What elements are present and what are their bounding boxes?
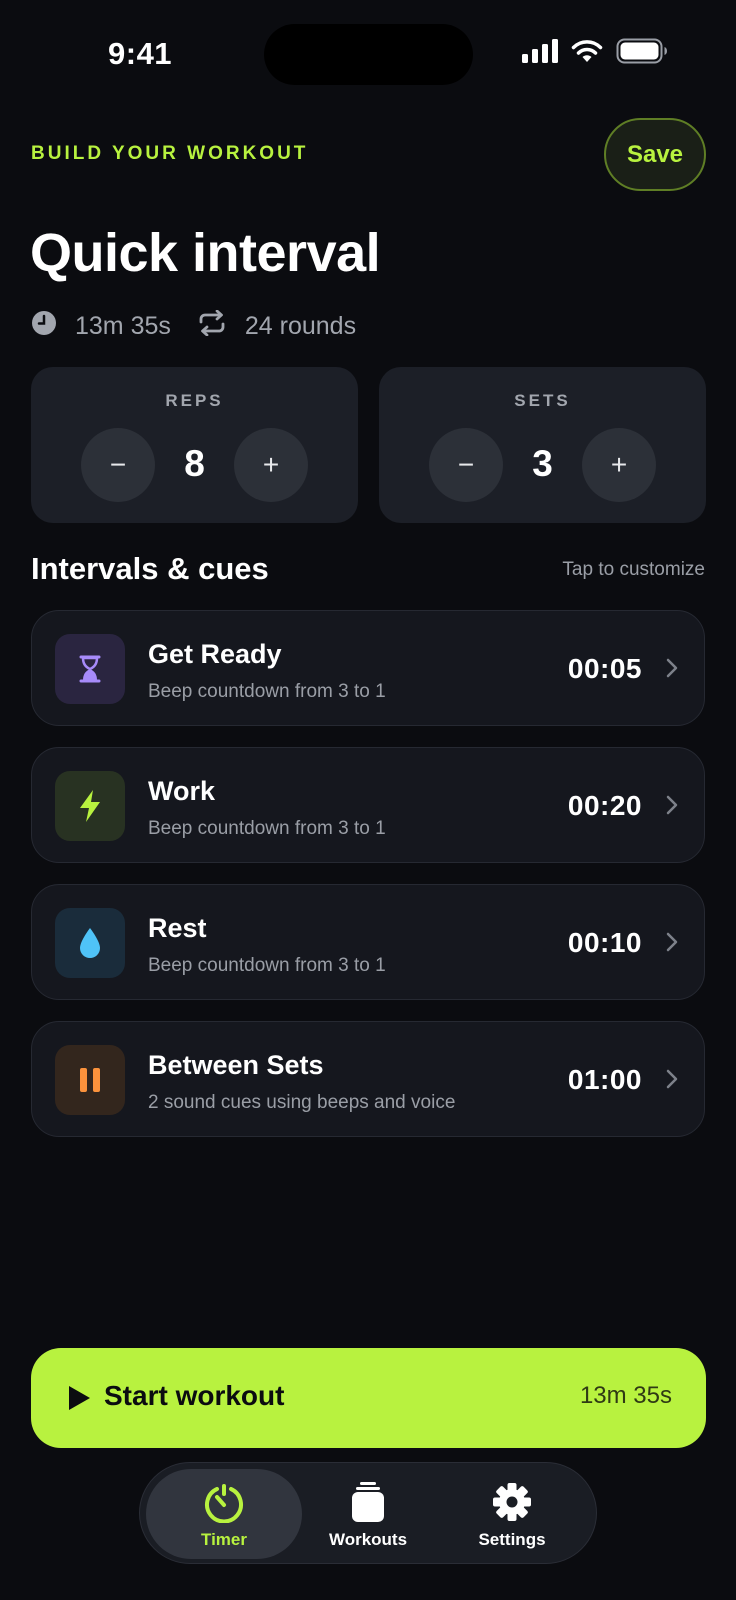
hourglass-icon [55,634,125,704]
start-workout-label: Start workout [104,1380,285,1411]
interval-name: Work [148,776,216,806]
chevron-right-icon [666,932,678,957]
status-icons [522,38,668,68]
tab-label: Settings [478,1530,546,1549]
tab-workouts[interactable]: Workouts [290,1469,446,1559]
timer-icon [146,1481,302,1523]
sets-increment-button[interactable]: + [582,428,656,502]
gear-icon [434,1481,590,1523]
sets-stepper: SETS − 3 + [379,367,706,523]
sets-value: 3 [532,443,553,484]
interval-subtitle: Beep countdown from 3 to 1 [148,681,386,702]
interval-row-get-ready[interactable]: Get Ready Beep countdown from 3 to 1 00:… [31,610,705,726]
rounds-count: 24 rounds [244,312,357,340]
status-time: 9:41 [108,36,173,71]
interval-name: Rest [148,913,207,943]
sets-label: SETS [514,391,571,410]
battery-icon [616,38,668,69]
page-title: Quick interval [30,223,381,283]
dynamic-island [264,24,473,85]
interval-row-work[interactable]: Work Beep countdown from 3 to 1 00:20 [31,747,705,863]
start-workout-button[interactable]: Start workout 13m 35s [31,1348,706,1448]
section-eyebrow: BUILD YOUR WORKOUT [31,143,309,164]
chevron-right-icon [666,1069,678,1094]
chevron-right-icon [666,658,678,683]
workout-builder-screen: 9:41 BUILD YOUR WORKOUT Save Quick inter… [0,0,736,1600]
total-duration: 13m 35s [75,312,171,340]
reps-stepper: REPS − 8 + [31,367,358,523]
reps-increment-button[interactable]: + [234,428,308,502]
interval-row-between-sets[interactable]: Between Sets 2 sound cues using beeps an… [31,1021,705,1137]
save-button[interactable]: Save [604,118,706,191]
stack-icon [290,1481,446,1523]
pause-icon [55,1045,125,1115]
interval-name: Between Sets [148,1050,324,1080]
repeat-icon [197,309,227,343]
interval-subtitle: 2 sound cues using beeps and voice [148,1092,456,1113]
interval-duration: 00:05 [567,653,642,684]
workout-summary: 13m 35s 24 rounds [31,309,357,343]
interval-duration: 00:20 [567,790,642,821]
intervals-section-title: Intervals & cues [31,551,269,586]
tab-settings[interactable]: Settings [434,1469,590,1559]
clock-icon [31,310,57,343]
tab-timer[interactable]: Timer [146,1469,302,1559]
tab-label: Timer [201,1530,247,1549]
play-icon [67,1385,91,1416]
interval-duration: 00:10 [567,927,642,958]
chevron-right-icon [666,795,678,820]
customize-hint: Tap to customize [562,559,705,580]
reps-value: 8 [184,443,205,484]
interval-row-rest[interactable]: Rest Beep countdown from 3 to 1 00:10 [31,884,705,1000]
wifi-icon [570,38,604,69]
interval-subtitle: Beep countdown from 3 to 1 [148,818,386,839]
cellular-signal-icon [522,38,558,68]
interval-duration: 01:00 [567,1064,642,1095]
bolt-icon [55,771,125,841]
interval-subtitle: Beep countdown from 3 to 1 [148,955,386,976]
reps-label: REPS [165,391,224,410]
tab-bar: Timer Workouts Settings [139,1462,597,1564]
start-workout-duration: 13m 35s [579,1382,672,1409]
tab-label: Workouts [328,1530,408,1549]
interval-name: Get Ready [148,639,282,669]
droplet-icon [55,908,125,978]
